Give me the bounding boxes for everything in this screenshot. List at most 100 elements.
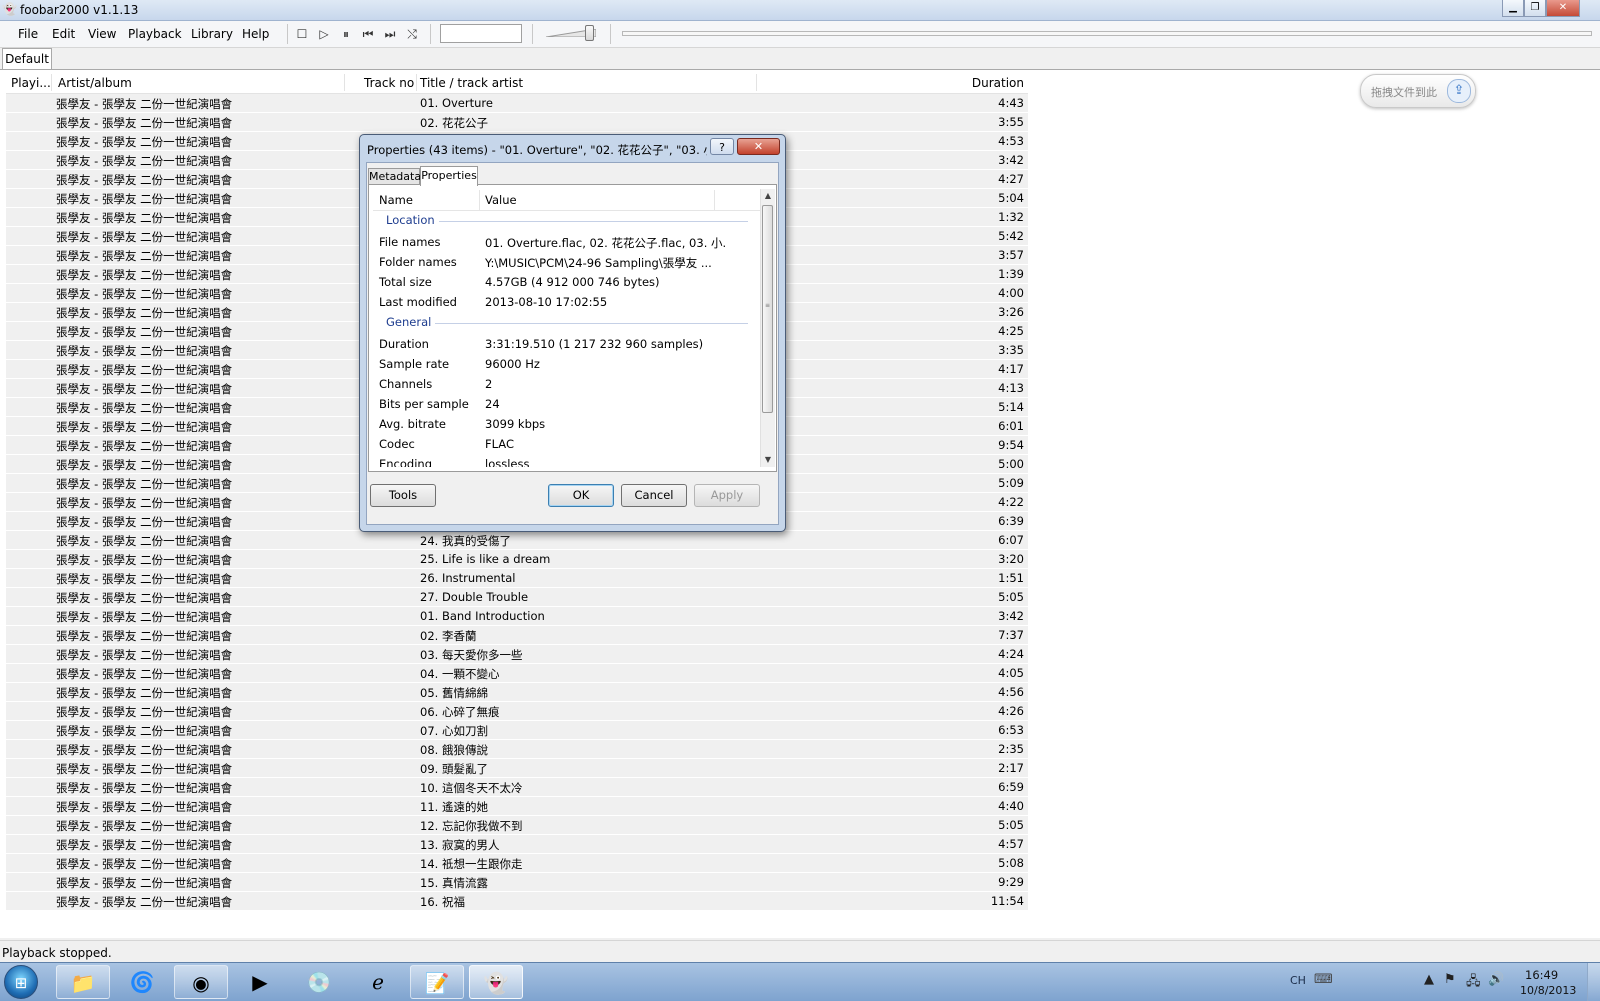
column-title[interactable]: Title / track artist [420, 76, 523, 90]
property-row[interactable]: Total size 4.57GB (4 912 000 746 bytes) [373, 271, 760, 291]
property-row[interactable]: Bits per sample 24 [373, 393, 760, 413]
stop-icon[interactable]: ☐ [294, 26, 310, 42]
chrome-icon[interactable]: ◉ [174, 965, 228, 999]
table-row[interactable]: 張學友 - 張學友 二份一世紀演唱會 27. Double Trouble 5:05 [6, 588, 1028, 607]
table-row[interactable]: 張學友 - 張學友 二份一世紀演唱會 16. 祝福 11:54 [6, 892, 1028, 911]
menu-view[interactable]: View [88, 27, 116, 41]
column-divider[interactable] [756, 74, 757, 91]
internet-explorer-icon[interactable]: ℯ [351, 965, 405, 999]
column-name[interactable]: Name [379, 193, 413, 207]
seek-bar[interactable] [622, 31, 1592, 36]
property-row[interactable]: File names 01. Overture.flac, 02. 花花公子.fl… [373, 231, 760, 251]
property-row[interactable]: Sample rate 96000 Hz [373, 353, 760, 373]
tab-properties[interactable]: Properties [420, 166, 478, 186]
property-row[interactable]: Channels 2 [373, 373, 760, 393]
table-row[interactable]: 張學友 - 張學友 二份一世紀演唱會 02. 李香蘭 7:37 [6, 626, 1028, 645]
foobar2000-icon[interactable]: 👻 [469, 965, 523, 999]
column-divider[interactable] [714, 190, 715, 210]
show-desktop-button[interactable] [1587, 963, 1600, 1001]
tab-metadata[interactable]: Metadata [368, 168, 421, 184]
table-row[interactable]: 張學友 - 張學友 二份一世紀演唱會 13. 寂寞的男人 4:57 [6, 835, 1028, 854]
cloud-upload-icon[interactable]: ⇪ [1447, 79, 1471, 103]
table-row[interactable]: 張學友 - 張學友 二份一世紀演唱會 07. 心如刀割 6:53 [6, 721, 1028, 740]
input-language[interactable]: CH [1290, 974, 1306, 987]
cd-ripper-icon[interactable]: 💿 [292, 965, 346, 999]
column-divider[interactable] [51, 74, 52, 91]
table-row[interactable]: 張學友 - 張學友 二份一世紀演唱會 08. 餓狼傳說 2:35 [6, 740, 1028, 759]
table-row[interactable]: 張學友 - 張學友 二份一世紀演唱會 15. 真情流露 9:29 [6, 873, 1028, 892]
menu-edit[interactable]: Edit [52, 27, 75, 41]
minimize-button[interactable]: ▁ [1502, 0, 1524, 17]
table-row[interactable]: 張學友 - 張學友 二份一世紀演唱會 02. 花花公子 3:55 [6, 113, 1028, 132]
dialog-titlebar[interactable]: Properties (43 items) - "01. Overture", … [360, 135, 785, 161]
playback-order-dropdown[interactable] [440, 24, 522, 43]
table-row[interactable]: 張學友 - 張學友 二份一世紀演唱會 10. 這個冬天不太冷 6:59 [6, 778, 1028, 797]
vertical-scrollbar[interactable]: ▲ ≡ ▼ [760, 189, 775, 467]
volume-slider-handle[interactable] [585, 25, 594, 41]
property-row[interactable]: Duration 3:31:19.510 (1 217 232 960 sampl… [373, 333, 760, 353]
pause-icon[interactable]: ⏸ [338, 26, 354, 42]
drop-files-badge[interactable]: 拖拽文件到此 ⇪ [1360, 74, 1476, 108]
clock-date[interactable]: 10/8/2013 [1520, 984, 1576, 997]
menu-help[interactable]: Help [242, 27, 269, 41]
menu-playback[interactable]: Playback [128, 27, 182, 41]
play-icon[interactable]: ▷ [316, 26, 332, 42]
notes-icon[interactable]: 📝 [410, 965, 464, 999]
random-icon[interactable]: ⤭ [404, 26, 420, 42]
help-icon[interactable]: ? [710, 138, 734, 155]
window-titlebar[interactable]: 👻 foobar2000 v1.1.13 ▁ ❐ ✕ [0, 0, 1600, 21]
table-row[interactable]: 張學友 - 張學友 二份一世紀演唱會 14. 祗想一生跟你走 5:08 [6, 854, 1028, 873]
table-row[interactable]: 張學友 - 張學友 二份一世紀演唱會 25. Life is like a dre… [6, 550, 1028, 569]
next-icon[interactable]: ⏭ [382, 26, 398, 42]
table-row[interactable]: 張學友 - 張學友 二份一世紀演唱會 03. 每天愛你多一些 4:24 [6, 645, 1028, 664]
previous-icon[interactable]: ⏮ [360, 26, 376, 42]
column-duration[interactable]: Duration [972, 76, 1024, 90]
column-value[interactable]: Value [485, 193, 517, 207]
media-player-icon[interactable]: ▶ [233, 965, 287, 999]
cancel-button[interactable]: Cancel [621, 484, 687, 507]
property-row[interactable]: Folder names Y:\MUSIC\PCM\24-96 Sampling\… [373, 251, 760, 271]
table-row[interactable]: 張學友 - 張學友 二份一世紀演唱會 01. Overture 4:43 [6, 94, 1028, 113]
tools-button[interactable]: Tools [370, 484, 436, 507]
scroll-down-icon[interactable]: ▼ [761, 453, 775, 467]
close-window-button[interactable]: ✕ [1546, 0, 1580, 17]
table-row[interactable]: 張學友 - 張學友 二份一世紀演唱會 11. 遙遠的她 4:40 [6, 797, 1028, 816]
keyboard-icon[interactable]: ⌨ [1314, 972, 1333, 987]
table-row[interactable]: 張學友 - 張學友 二份一世紀演唱會 05. 舊情綿綿 4:56 [6, 683, 1028, 702]
clock-time[interactable]: 16:49 [1525, 968, 1558, 982]
ok-button[interactable]: OK [548, 484, 614, 507]
table-row[interactable]: 張學友 - 張學友 二份一世紀演唱會 26. Instrumental 1:51 [6, 569, 1028, 588]
column-divider[interactable] [479, 190, 480, 210]
column-artist-album[interactable]: Artist/album [58, 76, 132, 90]
property-row[interactable]: Avg. bitrate 3099 kbps [373, 413, 760, 433]
scroll-up-icon[interactable]: ▲ [761, 189, 775, 203]
table-row[interactable]: 張學友 - 張學友 二份一世紀演唱會 04. 一顆不變心 4:05 [6, 664, 1028, 683]
property-row[interactable]: Codec FLAC [373, 433, 760, 453]
property-row[interactable]: Last modified 2013-08-10 17:02:55 [373, 291, 760, 311]
network-icon[interactable]: 🖧 [1466, 972, 1481, 994]
column-playing[interactable]: Playi... [11, 76, 51, 90]
menu-file[interactable]: File [18, 27, 38, 41]
apply-button[interactable]: Apply [694, 484, 760, 507]
start-button[interactable]: ⊞ [4, 965, 38, 999]
show-hidden-icons-icon[interactable]: ▲ [1424, 972, 1434, 987]
column-track-no[interactable]: Track no [364, 76, 414, 90]
properties-list[interactable]: Name Value Location File names 01. Overtur… [373, 189, 760, 467]
table-row[interactable]: 張學友 - 張學友 二份一世紀演唱會 24. 我真的受傷了 6:07 [6, 531, 1028, 550]
column-divider[interactable] [416, 74, 417, 91]
file-explorer-icon[interactable]: 📁 [56, 965, 110, 999]
volume-icon[interactable]: 🔊 [1488, 972, 1504, 987]
menu-library[interactable]: Library [191, 27, 233, 41]
action-center-flag-icon[interactable]: ⚑ [1444, 972, 1456, 987]
scrollbar-thumb[interactable]: ≡ [762, 205, 773, 413]
column-divider[interactable] [344, 74, 345, 91]
property-row[interactable]: Encoding lossless [373, 453, 760, 467]
dialog-close-button[interactable]: ✕ [737, 138, 780, 155]
table-row[interactable]: 張學友 - 張學友 二份一世紀演唱會 06. 心碎了無痕 4:26 [6, 702, 1028, 721]
table-row[interactable]: 張學友 - 張學友 二份一世紀演唱會 09. 頭髮亂了 2:17 [6, 759, 1028, 778]
table-row[interactable]: 張學友 - 張學友 二份一世紀演唱會 12. 忘記你我做不到 5:05 [6, 816, 1028, 835]
playlist-tab-default[interactable]: Default [2, 48, 52, 69]
table-row[interactable]: 張學友 - 張學友 二份一世紀演唱會 01. Band Introduction 3… [6, 607, 1028, 626]
messenger-icon[interactable]: 🌀 [115, 965, 169, 999]
restore-button[interactable]: ❐ [1524, 0, 1546, 17]
